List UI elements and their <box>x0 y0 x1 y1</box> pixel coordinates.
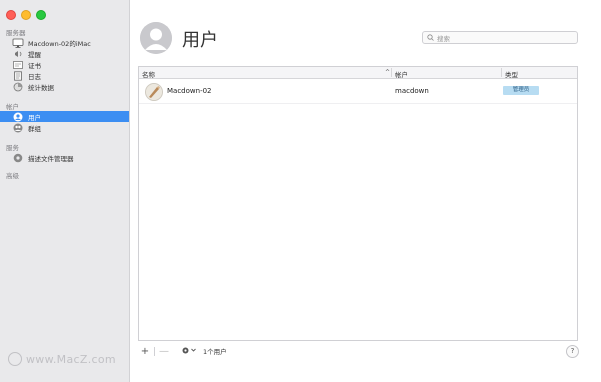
sidebar-item-profile-manager[interactable]: 描述文件管理器 <box>6 152 124 163</box>
sidebar-item-certificates[interactable]: 证书 <box>6 59 124 70</box>
watermark-logo-icon <box>8 352 22 366</box>
user-account: macdown <box>395 87 429 95</box>
page-title: 用户 <box>182 30 218 51</box>
sidebar-item-groups[interactable]: 群组 <box>6 122 124 133</box>
column-header-name[interactable]: 名称 <box>142 69 155 79</box>
imac-icon <box>12 38 24 48</box>
column-divider <box>391 68 392 77</box>
section-advanced-label[interactable]: 高级 <box>6 170 19 180</box>
group-icon <box>12 123 24 133</box>
sidebar-item-label: 描述文件管理器 <box>28 154 74 163</box>
minimize-button[interactable] <box>21 10 31 20</box>
main-panel: 用户 搜索 名称 ^ 帐户 类型 Macdown-02 macdown 管理员 … <box>130 0 601 382</box>
logs-icon <box>12 70 24 81</box>
table-row[interactable]: Macdown-02 macdown 管理员 <box>139 79 577 104</box>
sidebar-item-stats[interactable]: 统计数据 <box>6 81 124 92</box>
sidebar-item-label: 日志 <box>28 72 41 81</box>
sidebar-item-label: Macdown-02的iMac <box>28 39 91 48</box>
toolbar-separator <box>154 346 155 356</box>
window-controls <box>6 10 46 20</box>
column-header-account[interactable]: 帐户 <box>395 69 408 79</box>
sort-ascending-icon[interactable]: ^ <box>385 69 390 76</box>
users-table: 名称 ^ 帐户 类型 Macdown-02 macdown 管理员 <box>138 66 578 341</box>
section-services-label: 服务 <box>6 144 19 152</box>
user-avatar <box>145 83 163 101</box>
help-button[interactable]: ? <box>566 345 579 358</box>
section-accounts-label: 帐户 <box>6 103 19 111</box>
alerts-icon <box>12 49 24 59</box>
sidebar: 服务器 Macdown-02的iMac 提醒 证书 日志 统计数据 帐户 用户 … <box>0 0 130 382</box>
watermark: www.MacZ.com <box>8 352 116 366</box>
sidebar-item-alerts[interactable]: 提醒 <box>6 48 124 59</box>
certificate-icon <box>12 60 24 70</box>
gear-icon <box>181 346 190 357</box>
watermark-text: www.MacZ.com <box>26 352 116 366</box>
column-divider <box>501 68 502 77</box>
sidebar-item-label: 统计数据 <box>28 83 54 92</box>
search-icon <box>427 34 434 41</box>
search-placeholder: 搜索 <box>437 34 450 43</box>
stats-icon <box>12 82 24 92</box>
close-button[interactable] <box>6 10 16 20</box>
sidebar-item-imac[interactable]: Macdown-02的iMac <box>6 37 124 48</box>
chevron-down-icon <box>190 347 197 355</box>
sidebar-item-label: 证书 <box>28 61 41 70</box>
sidebar-item-label: 提醒 <box>28 50 41 59</box>
search-field[interactable]: 搜索 <box>422 31 578 44</box>
section-server-label: 服务器 <box>6 29 26 37</box>
action-menu-button[interactable] <box>181 346 197 357</box>
sidebar-item-label: 用户 <box>28 113 41 122</box>
sidebar-item-logs[interactable]: 日志 <box>6 70 124 81</box>
table-header: 名称 ^ 帐户 类型 <box>139 67 577 79</box>
zoom-button[interactable] <box>36 10 46 20</box>
sidebar-item-users[interactable]: 用户 <box>0 111 129 122</box>
profile-manager-icon <box>12 153 24 163</box>
user-name: Macdown-02 <box>167 87 212 95</box>
user-icon <box>12 112 24 122</box>
sidebar-item-label: 群组 <box>28 124 41 133</box>
remove-user-button[interactable]: — <box>157 346 171 357</box>
users-avatar-icon <box>140 22 172 54</box>
column-header-type[interactable]: 类型 <box>505 69 518 79</box>
footer-toolbar: + — 1个用户 <box>138 345 578 357</box>
add-user-button[interactable]: + <box>138 346 152 357</box>
user-count: 1个用户 <box>203 348 227 356</box>
user-type-badge: 管理员 <box>503 86 539 95</box>
